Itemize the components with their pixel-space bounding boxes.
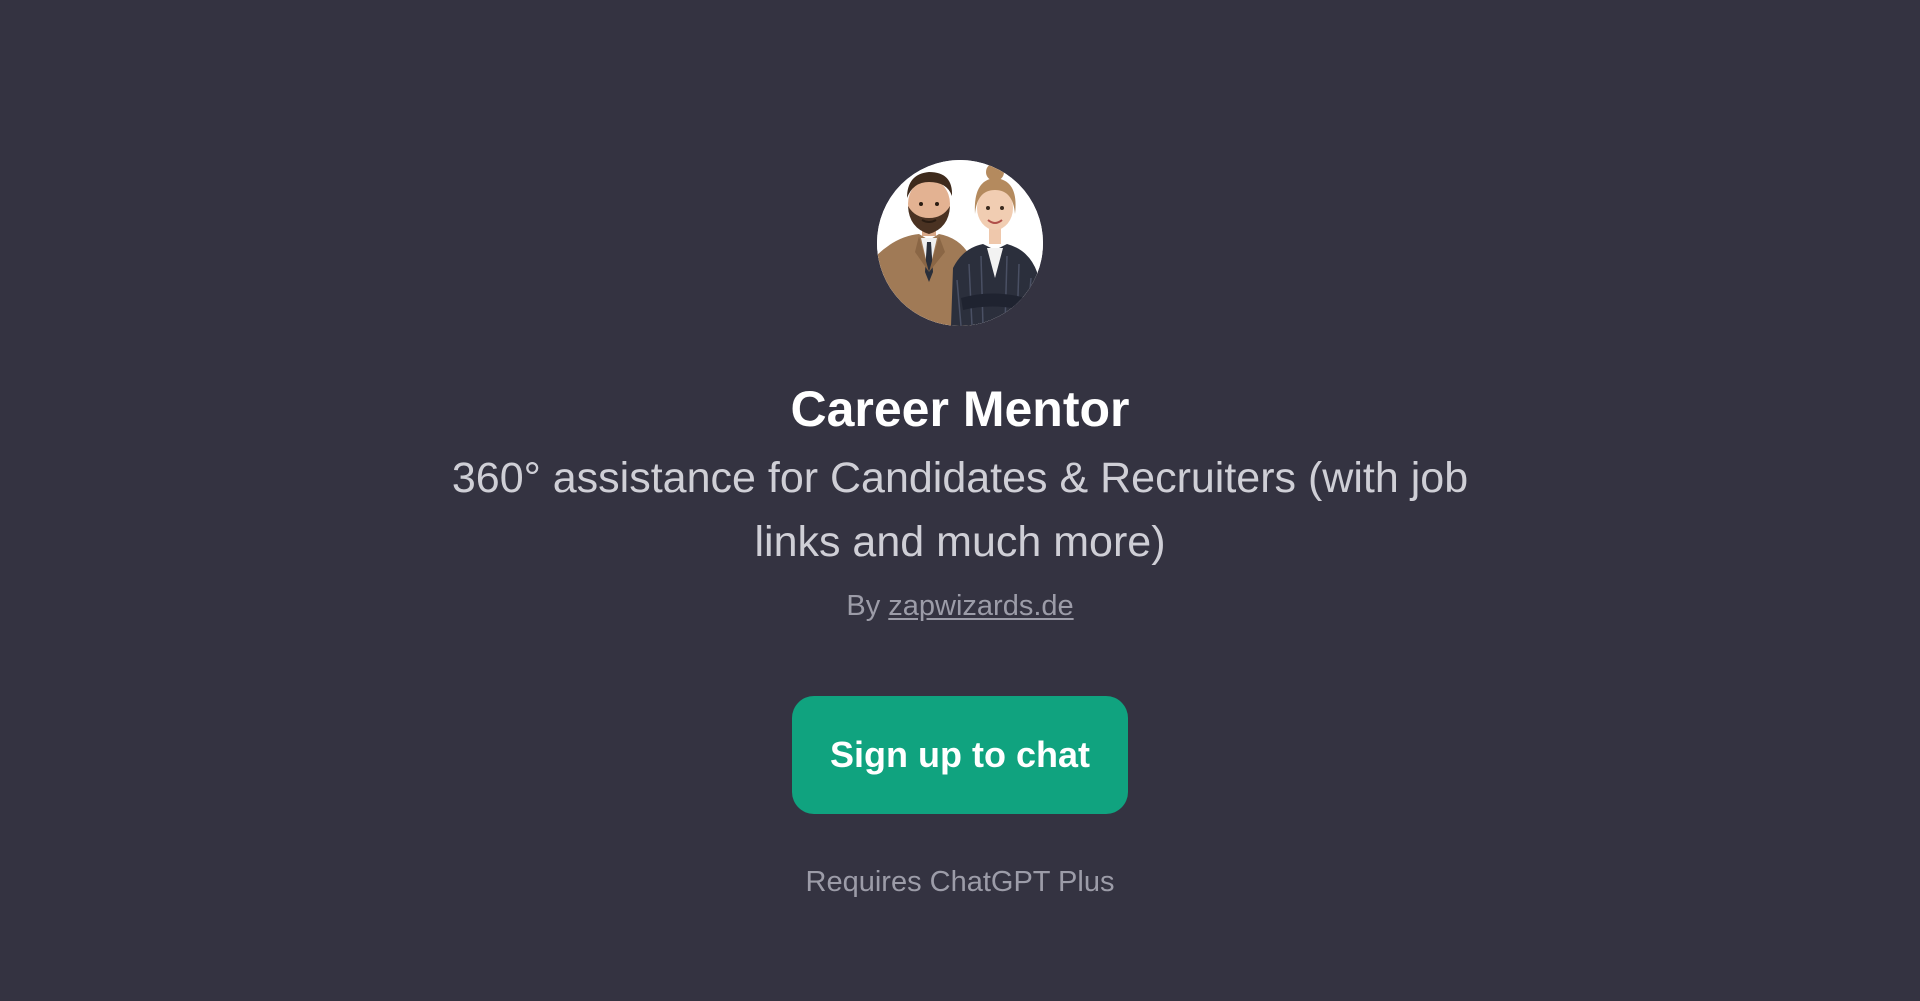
gpt-avatar: [877, 160, 1043, 326]
gpt-title: Career Mentor: [790, 381, 1130, 437]
byline-prefix: By: [846, 590, 881, 622]
gpt-landing-page: Career Mentor 360° assistance for Candid…: [0, 0, 1920, 1001]
gpt-description: 360° assistance for Candidates & Recruit…: [451, 454, 1469, 566]
avatar-illustration: [877, 160, 1043, 326]
gpt-profile: Career Mentor 360° assistance for Candid…: [0, 160, 1920, 900]
author-link[interactable]: zapwizards.de: [888, 590, 1073, 622]
sign-up-to-chat-button[interactable]: Sign up to chat: [792, 696, 1128, 814]
author-byline: By zapwizards.de: [846, 588, 1073, 624]
plus-requirement-note: Requires ChatGPT Plus: [805, 866, 1115, 898]
